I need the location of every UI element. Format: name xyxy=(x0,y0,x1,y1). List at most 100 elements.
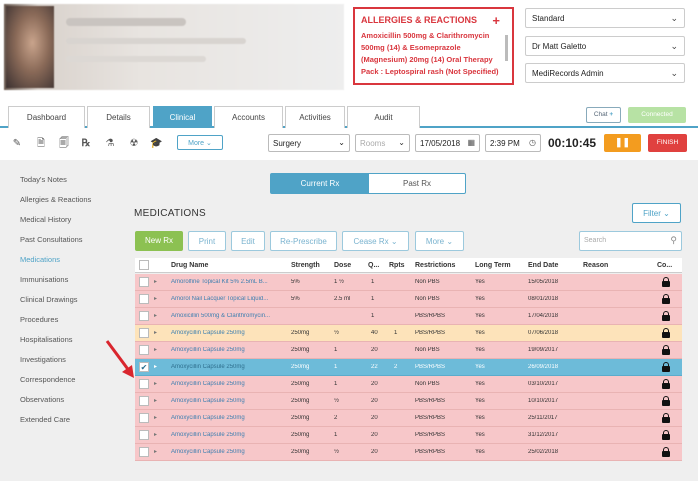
drug-name-cell[interactable]: Amoxycillin Capsule 250mg xyxy=(171,449,289,455)
clock-icon[interactable]: ◷ xyxy=(529,138,536,147)
col-restrictions[interactable]: Restrictions xyxy=(415,262,455,269)
tab-clinical[interactable]: Clinical xyxy=(153,106,212,128)
drug-name-cell[interactable]: Amoxycillin Capsule 250mg xyxy=(171,415,289,421)
new-rx-button[interactable]: New Rx xyxy=(135,231,183,251)
table-row[interactable]: ✔ ▸ Amoxycillin Capsule 250mg 250mg 1 22 2 PBS/… xyxy=(135,359,682,376)
row-checkbox[interactable] xyxy=(139,328,149,338)
row-checkbox[interactable] xyxy=(139,430,149,440)
row-checkbox[interactable] xyxy=(139,345,149,355)
table-row[interactable]: ▸ Amoxycillin Capsule 250mg 250mg 1 20 PBS/RP… xyxy=(135,427,682,444)
col-long-term[interactable]: Long Term xyxy=(475,262,511,269)
expand-row-icon[interactable]: ▸ xyxy=(154,278,157,285)
sidebar-item-immunisations[interactable]: Immunisations xyxy=(20,275,68,284)
row-checkbox[interactable] xyxy=(139,447,149,457)
expand-row-icon[interactable]: ▸ xyxy=(154,312,157,319)
sidebar-item-past-consultations[interactable]: Past Consultations xyxy=(20,235,83,244)
sidebar-item-hospitalisations[interactable]: Hospitalisations xyxy=(20,335,73,344)
sidebar-item-procedures[interactable]: Procedures xyxy=(20,315,58,324)
lock-icon[interactable] xyxy=(662,447,670,457)
sidebar-item-todays-notes[interactable]: Today's Notes xyxy=(20,175,67,184)
user-select[interactable]: MediRecords Admin ⌄ xyxy=(525,63,685,83)
lock-icon[interactable] xyxy=(662,311,670,321)
lock-icon[interactable] xyxy=(662,396,670,406)
appointment-type-select[interactable]: Standard ⌄ xyxy=(525,8,685,28)
location-select[interactable]: Surgery ⌄ xyxy=(268,134,350,152)
tab-activities[interactable]: Activities xyxy=(285,106,345,128)
row-checkbox[interactable] xyxy=(139,379,149,389)
table-row[interactable]: ▸ Amoxycillin Capsule 250mg 250mg ½ 20 PBS/RP… xyxy=(135,444,682,461)
rooms-select[interactable]: Rooms ⌄ xyxy=(355,134,410,152)
sidebar-item-extended-care[interactable]: Extended Care xyxy=(20,415,70,424)
sidebar-item-investigations[interactable]: Investigations xyxy=(20,355,66,364)
lock-icon[interactable] xyxy=(662,345,670,355)
col-dose[interactable]: Dose xyxy=(334,262,351,269)
add-allergy-icon[interactable]: + xyxy=(492,13,500,28)
expand-row-icon[interactable]: ▸ xyxy=(154,346,157,353)
drug-name-cell[interactable]: Amoxycillin Capsule 250mg xyxy=(171,364,289,370)
table-row[interactable]: ▸ Amoxycillin Capsule 250mg 250mg ½ 20 PBS/RP… xyxy=(135,393,682,410)
table-row[interactable]: ▸ Amoxycillin Capsule 250mg 250mg 2 20 PBS/RP… xyxy=(135,410,682,427)
radiation-icon[interactable]: ☢ xyxy=(128,137,140,150)
sidebar-item-observations[interactable]: Observations xyxy=(20,395,64,404)
col-quantity[interactable]: Q... xyxy=(368,262,379,269)
lock-icon[interactable] xyxy=(662,430,670,440)
expand-row-icon[interactable]: ▸ xyxy=(154,295,157,302)
expand-row-icon[interactable]: ▸ xyxy=(154,397,157,404)
table-row[interactable]: ▸ Amoxycillin Capsule 250mg 250mg 1 20 Non PB… xyxy=(135,342,682,359)
time-input[interactable]: 2:39 PM ◷ xyxy=(485,134,541,152)
row-checkbox[interactable] xyxy=(139,311,149,321)
lock-icon[interactable] xyxy=(662,379,670,389)
expand-row-icon[interactable]: ▸ xyxy=(154,363,157,370)
expand-row-icon[interactable]: ▸ xyxy=(154,414,157,421)
notes-icon[interactable]: ✎ xyxy=(11,137,23,150)
education-icon[interactable]: 🎓 xyxy=(150,137,162,150)
pause-button[interactable]: ❚❚ xyxy=(604,134,641,152)
table-row[interactable]: ▸ Amoxycillin Capsule 250mg 250mg 1 20 Non PB… xyxy=(135,376,682,393)
drug-name-cell[interactable]: Amoxycillin Capsule 250mg xyxy=(171,398,289,404)
lock-icon[interactable] xyxy=(662,294,670,304)
doctor-select[interactable]: Dr Matt Galetto ⌄ xyxy=(525,36,685,56)
table-row[interactable]: ▸ Amoxycillin Capsule 250mg 250mg ½ 40 1 PBS/R… xyxy=(135,325,682,342)
document-icon[interactable]: 🗎 xyxy=(35,137,47,150)
drug-name-cell[interactable]: Amoxycillin Capsule 250mg xyxy=(171,347,289,353)
calendar-icon[interactable]: ▦ xyxy=(467,138,475,147)
tab-accounts[interactable]: Accounts xyxy=(214,106,283,128)
select-all-checkbox[interactable] xyxy=(139,260,149,270)
table-row[interactable]: ▸ Amoxicillin 500mg & Clarithromycin... 1 P… xyxy=(135,308,682,325)
lock-icon[interactable] xyxy=(662,362,670,372)
prescription-icon[interactable]: ℞ xyxy=(80,137,92,150)
pathology-icon[interactable]: ⚗ xyxy=(104,137,116,150)
table-row[interactable]: ▸ Amorol Nail Lacquer Topical Liquid... 5%… xyxy=(135,291,682,308)
report-icon[interactable]: 🗐 xyxy=(58,137,70,150)
col-confidential[interactable]: Co... xyxy=(657,262,672,269)
expand-row-icon[interactable]: ▸ xyxy=(154,329,157,336)
chat-button[interactable]: Chat + xyxy=(586,107,621,123)
row-checkbox[interactable] xyxy=(139,396,149,406)
finish-button[interactable]: FINISH xyxy=(648,134,687,152)
sidebar-item-correspondence[interactable]: Correspondence xyxy=(20,375,75,384)
col-repeats[interactable]: Rpts xyxy=(389,262,405,269)
table-row[interactable]: ▸ Amorolfine Topical Kit 5% 2.5mL B... 5% 1… xyxy=(135,274,682,291)
actions-more-button[interactable]: More ⌄ xyxy=(415,231,464,251)
allergies-scrollbar[interactable] xyxy=(505,35,508,61)
expand-row-icon[interactable]: ▸ xyxy=(154,431,157,438)
tab-details[interactable]: Details xyxy=(87,106,150,128)
row-checkbox[interactable] xyxy=(139,277,149,287)
expand-row-icon[interactable]: ▸ xyxy=(154,380,157,387)
drug-name-cell[interactable]: Amoxicillin 500mg & Clarithromycin... xyxy=(171,313,289,319)
row-checkbox[interactable] xyxy=(139,413,149,423)
row-checkbox[interactable]: ✔ xyxy=(139,362,149,372)
drug-name-cell[interactable]: Amoxycillin Capsule 250mg xyxy=(171,381,289,387)
sidebar-item-allergies[interactable]: Allergies & Reactions xyxy=(20,195,91,204)
print-button[interactable]: Print xyxy=(188,231,226,251)
col-end-date[interactable]: End Date xyxy=(528,262,558,269)
tab-dashboard[interactable]: Dashboard xyxy=(8,106,85,128)
sidebar-item-clinical-drawings[interactable]: Clinical Drawings xyxy=(20,295,78,304)
represcribe-button[interactable]: Re-Prescribe xyxy=(270,231,337,251)
sidebar-item-medications[interactable]: Medications xyxy=(20,255,60,264)
connected-button[interactable]: Connected xyxy=(628,107,686,123)
lock-icon[interactable] xyxy=(662,277,670,287)
expand-row-icon[interactable]: ▸ xyxy=(154,448,157,455)
cease-rx-button[interactable]: Cease Rx ⌄ xyxy=(342,231,409,251)
sidebar-item-medical-history[interactable]: Medical History xyxy=(20,215,71,224)
